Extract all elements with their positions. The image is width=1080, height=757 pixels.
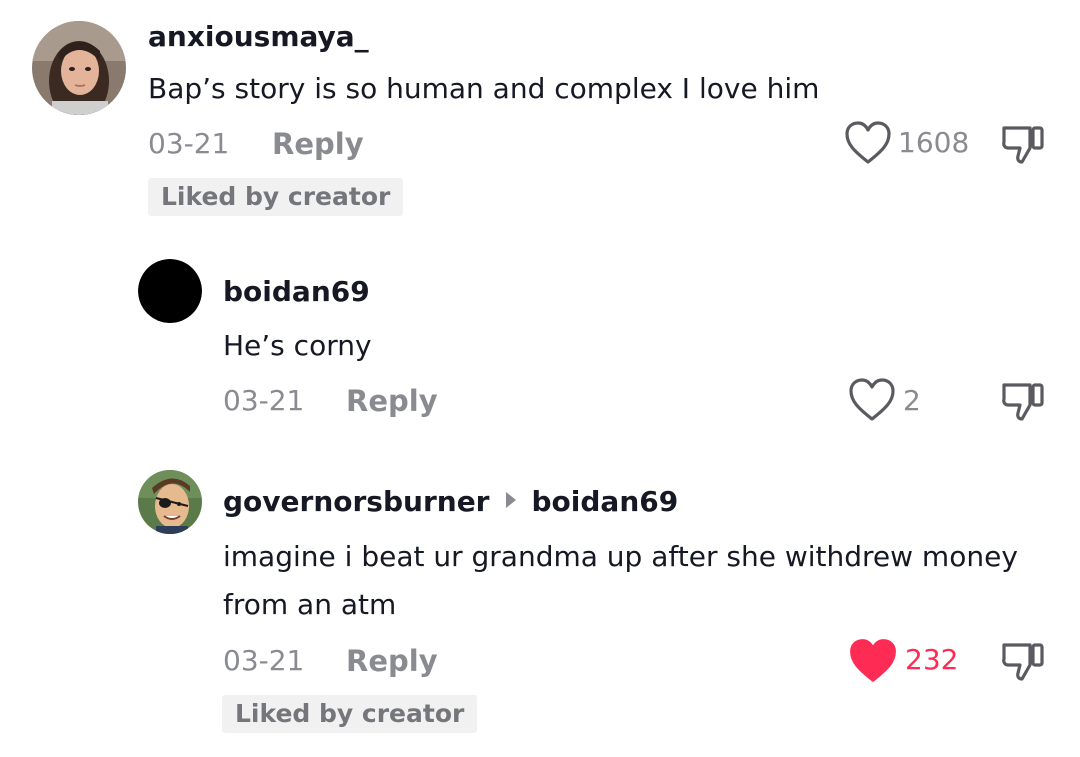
comment-text: imagine i beat ur grandma up after she w… xyxy=(223,533,1018,629)
thumbs-down-icon xyxy=(1000,383,1046,427)
like-count: 2 xyxy=(903,384,921,417)
like-button[interactable] xyxy=(848,378,896,426)
comment-username[interactable]: boidan69 xyxy=(223,278,370,306)
reply-author[interactable]: governorsburner xyxy=(223,485,490,518)
dislike-button[interactable] xyxy=(1000,641,1046,687)
comment-date: 03-21 xyxy=(148,127,230,160)
like-count: 232 xyxy=(905,643,959,676)
comment-date: 03-21 xyxy=(223,644,305,677)
heart-icon xyxy=(848,378,896,426)
comment-date: 03-21 xyxy=(223,384,305,417)
dislike-button[interactable] xyxy=(1000,124,1046,170)
avatar[interactable] xyxy=(32,21,126,115)
avatar[interactable] xyxy=(138,470,202,534)
comment-text-line: He’s corny xyxy=(223,329,372,362)
comment-text-line: imagine i beat ur grandma up after she w… xyxy=(223,540,1018,573)
comment-username[interactable]: anxiousmaya_ xyxy=(148,23,369,51)
reply-button[interactable]: Reply xyxy=(346,647,438,676)
like-button[interactable] xyxy=(848,638,898,688)
like-count: 1608 xyxy=(898,126,970,159)
heart-icon xyxy=(844,121,892,169)
like-button[interactable] xyxy=(844,121,892,169)
reply-to-user[interactable]: boidan69 xyxy=(532,485,679,518)
liked-by-creator-badge: Liked by creator xyxy=(222,695,478,733)
comment-text: Bap’s story is so human and complex I lo… xyxy=(148,65,819,113)
comment-username: governorsburner boidan69 xyxy=(223,488,678,516)
heart-filled-icon xyxy=(848,639,898,688)
thumbs-down-icon xyxy=(1000,643,1046,687)
comment-text-line: Bap’s story is so human and complex I lo… xyxy=(148,72,820,105)
liked-by-creator-badge: Liked by creator xyxy=(148,178,404,216)
avatar[interactable] xyxy=(138,259,202,323)
thumbs-down-icon xyxy=(1000,126,1046,170)
comment-text-line: from an atm xyxy=(223,588,397,621)
comment-text: He’s corny xyxy=(223,322,372,370)
reply-button[interactable]: Reply xyxy=(346,387,438,416)
dislike-button[interactable] xyxy=(1000,381,1046,427)
reply-button[interactable]: Reply xyxy=(272,130,364,159)
triangle-right-icon xyxy=(505,492,516,508)
